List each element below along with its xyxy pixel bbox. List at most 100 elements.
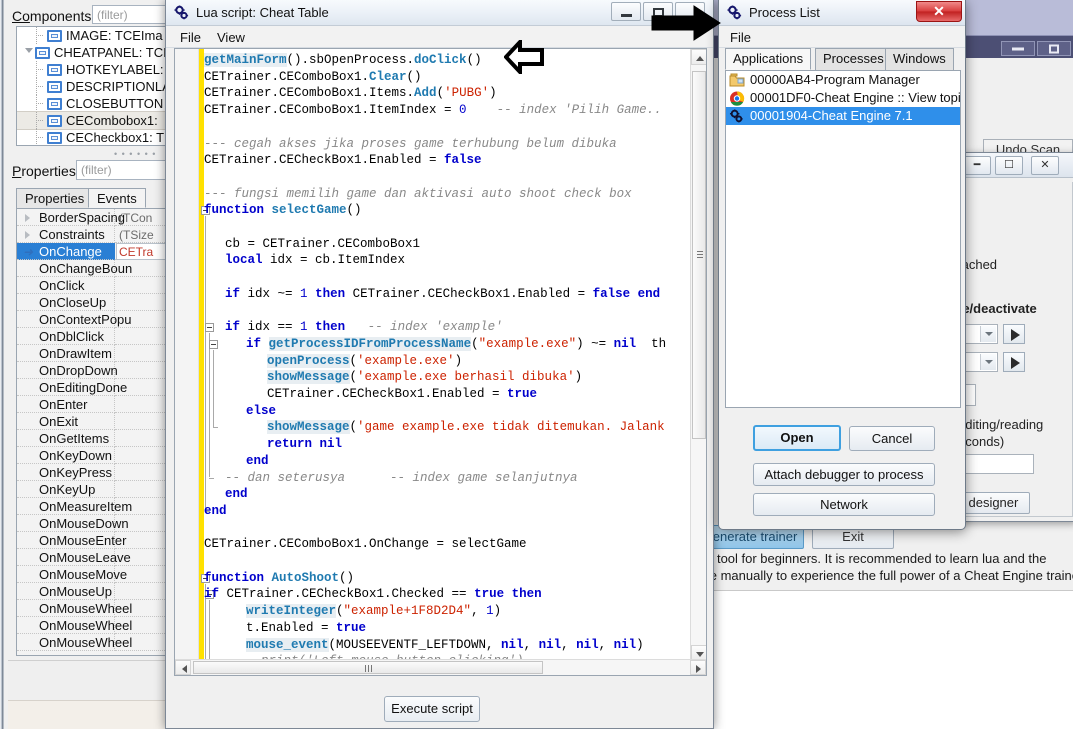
code-line[interactable]: function AutoShoot() <box>204 570 354 587</box>
code-line[interactable]: showMessage('game example.exe tidak dite… <box>267 419 665 436</box>
open-button[interactable]: Open <box>753 425 841 451</box>
event-row[interactable]: OnContextPopu <box>17 311 171 328</box>
editor-vertical-scrollbar[interactable] <box>690 49 706 661</box>
code-line[interactable]: else <box>246 403 276 420</box>
menu-view[interactable]: View <box>211 29 251 46</box>
code-line[interactable]: CETrainer.CEComboBox1.Items.Add('PUBG') <box>204 85 497 102</box>
event-row[interactable]: BorderSpacing(TCon <box>17 209 171 226</box>
code-line[interactable]: function selectGame() <box>204 202 362 219</box>
code-line[interactable]: getMainForm().sbOpenProcess.doClick() <box>204 52 482 69</box>
code-line[interactable]: showMessage('example.exe berhasil dibuka… <box>267 369 582 386</box>
code-line[interactable]: if getProcessIDFromProcessName("example.… <box>246 336 666 353</box>
code-line[interactable]: CETrainer.CEComboBox1.OnChange = selectG… <box>204 536 527 553</box>
ce-minimize-button[interactable] <box>1001 41 1035 56</box>
scroll-right-button[interactable] <box>690 660 706 675</box>
event-row[interactable]: Constraints(TSize <box>17 226 171 243</box>
ce-maximize-button[interactable] <box>1037 41 1071 56</box>
tree-item[interactable]: DESCRIPTIONLA <box>17 78 171 95</box>
scroll-left-button[interactable] <box>175 660 191 675</box>
code-line[interactable]: end <box>204 503 227 520</box>
code-line[interactable]: --- fungsi memilih game dan aktivasi aut… <box>204 186 632 203</box>
code-line[interactable]: writeInteger("example+1F8D2D4", 1) <box>246 603 501 620</box>
event-row[interactable]: OnExit <box>17 413 171 430</box>
trainer-close-button[interactable]: ✕ <box>1031 156 1059 175</box>
event-row[interactable]: OnMouseUp <box>17 583 171 600</box>
code-line[interactable]: return nil <box>267 436 342 453</box>
tree-item[interactable]: CECheckbox1: T <box>17 129 171 146</box>
tab-processes[interactable]: Processes <box>815 48 892 70</box>
event-row[interactable]: OnDropDown <box>17 362 171 379</box>
process-list-item[interactable]: 00000AB4-Program Manager <box>726 71 960 89</box>
event-row[interactable]: OnClick <box>17 277 171 294</box>
cancel-button[interactable]: Cancel <box>849 426 935 451</box>
event-row[interactable]: OnMeasureItem <box>17 498 171 515</box>
event-row[interactable]: OnCloseUp <box>17 294 171 311</box>
chevron-down-icon[interactable] <box>980 354 996 370</box>
event-row[interactable]: OnMouseWheel <box>17 634 171 651</box>
code-line[interactable]: end <box>225 486 248 503</box>
code-line[interactable]: if CETrainer.CECheckBox1.Checked == true… <box>204 586 542 603</box>
code-line[interactable]: openProcess('example.exe') <box>267 353 462 370</box>
code-line[interactable]: end <box>246 453 269 470</box>
event-row[interactable]: OnMouseWheel <box>17 600 171 617</box>
attach-debugger-button[interactable]: Attach debugger to process <box>753 463 935 486</box>
code-line[interactable]: -- dan seterusya -- index game selanjutn… <box>225 470 578 487</box>
event-row[interactable]: OnEnter <box>17 396 171 413</box>
code-text-area[interactable]: getMainForm().sbOpenProcess.doClick()CET… <box>204 49 690 675</box>
tree-item[interactable]: HOTKEYLABEL: <box>17 61 171 78</box>
close-icon[interactable]: ✕ <box>916 1 962 22</box>
tab-properties[interactable]: Properties <box>16 188 93 208</box>
expander-icon[interactable] <box>25 214 30 222</box>
event-row[interactable]: OnDblClick <box>17 328 171 345</box>
events-grid[interactable]: BorderSpacing(TConConstraints(TSize➜OnCh… <box>16 208 172 656</box>
tree-expander-icon[interactable] <box>25 48 33 57</box>
components-tree[interactable]: IMAGE: TCEImaCHEATPANEL: TCIHOTKEYLABEL:… <box>16 26 172 146</box>
process-list-titlebar[interactable]: Process List ✕ <box>719 0 965 26</box>
hotkey-play-button-1[interactable] <box>1003 324 1025 344</box>
hotkey-play-button-2[interactable] <box>1003 352 1025 372</box>
lua-minimize-button[interactable] <box>611 2 641 21</box>
execute-script-button[interactable]: Execute script <box>384 696 480 722</box>
tab-windows[interactable]: Windows <box>885 48 954 70</box>
menu-file[interactable]: File <box>174 29 207 46</box>
tree-item[interactable]: CHEATPANEL: TCI <box>17 44 171 61</box>
event-row[interactable]: OnMouseEnter <box>17 532 171 549</box>
tree-item[interactable]: CECombobox1: <box>17 112 171 129</box>
code-line[interactable]: mouse_event(MOUSEEVENTF_LEFTDOWN, nil, n… <box>246 637 644 654</box>
tree-item[interactable]: IMAGE: TCEIma <box>17 27 171 44</box>
event-row[interactable]: OnMouseWheel <box>17 617 171 634</box>
panel-splitter[interactable]: • • • • • • <box>114 149 156 159</box>
tab-events[interactable]: Events <box>88 188 146 208</box>
code-line[interactable]: CETrainer.CECheckBox1.Enabled = true <box>267 386 537 403</box>
trainer-restore-button[interactable]: ☐ <box>995 156 1023 175</box>
event-row[interactable]: OnChangeBoun <box>17 260 171 277</box>
chevron-down-icon[interactable] <box>980 326 996 342</box>
horizontal-scroll-thumb[interactable] <box>193 661 543 674</box>
event-row[interactable]: ➜OnChangeCETra <box>17 243 171 260</box>
scroll-up-button[interactable] <box>691 49 707 65</box>
event-row[interactable]: OnMouseLeave <box>17 549 171 566</box>
process-list-item[interactable]: 00001DF0-Cheat Engine :: View topic - <box>726 89 960 107</box>
lua-code-editor[interactable]: 1234567891011121314151617181920212223242… <box>174 48 707 676</box>
code-line[interactable]: local idx = cb.ItemIndex <box>225 252 405 269</box>
event-row[interactable]: OnMouseMove <box>17 566 171 583</box>
trainer-minimize-button[interactable]: ━ <box>963 156 991 175</box>
event-row[interactable]: OnDrawItem <box>17 345 171 362</box>
menu-file[interactable]: File <box>725 29 756 46</box>
tab-applications[interactable]: Applications <box>725 48 811 70</box>
code-line[interactable]: cb = CETrainer.CEComboBox1 <box>225 236 420 253</box>
process-list-item[interactable]: 00001904-Cheat Engine 7.1 <box>726 107 960 125</box>
process-list-items[interactable]: 00000AB4-Program Manager00001DF0-Cheat E… <box>725 70 961 408</box>
network-button[interactable]: Network <box>753 493 935 516</box>
event-row[interactable]: OnKeyUp <box>17 481 171 498</box>
vertical-scroll-thumb[interactable] <box>692 71 706 439</box>
code-line[interactable]: CETrainer.CECheckBox1.Enabled = false <box>204 152 482 169</box>
event-row[interactable]: OnGetItems <box>17 430 171 447</box>
event-row[interactable]: OnMouseDown <box>17 515 171 532</box>
expander-icon[interactable] <box>25 231 30 239</box>
code-line[interactable]: CETrainer.CEComboBox1.Clear() <box>204 69 422 86</box>
code-line[interactable]: t.Enabled = true <box>246 620 366 637</box>
tree-item[interactable]: CLOSEBUTTON <box>17 95 171 112</box>
editor-horizontal-scrollbar[interactable] <box>175 659 706 675</box>
code-line[interactable]: CETrainer.CEComboBox1.ItemIndex = 0 -- i… <box>204 102 662 119</box>
